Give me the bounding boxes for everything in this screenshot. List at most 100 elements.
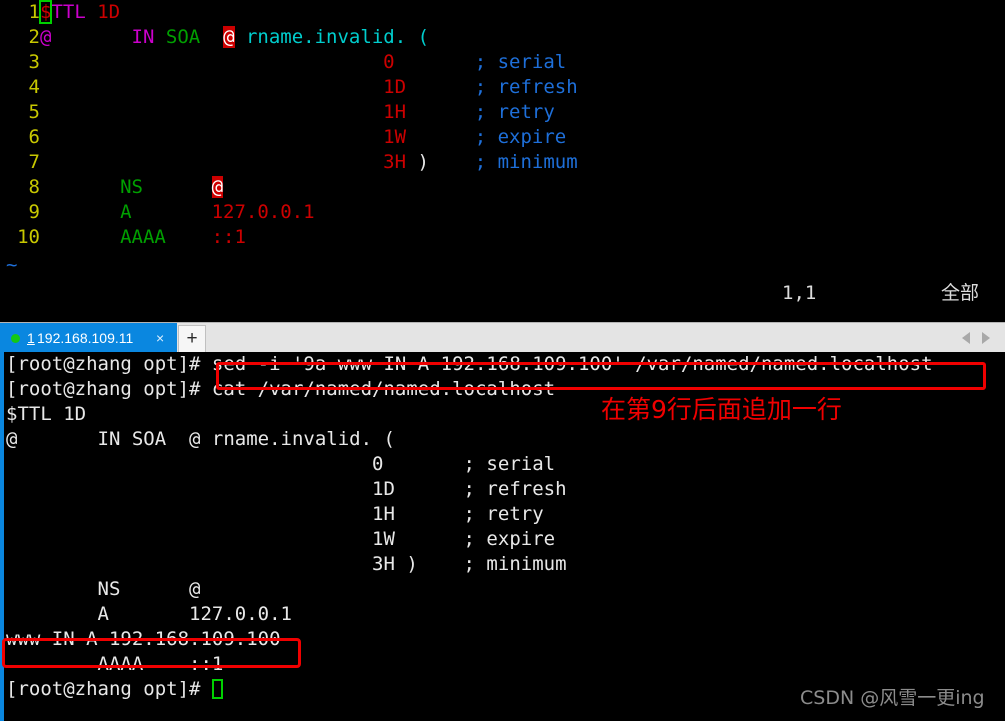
vim-token xyxy=(40,51,383,73)
vim-token xyxy=(154,26,165,48)
terminal-line: @ IN SOA @ rname.invalid. ( xyxy=(6,428,395,450)
vim-token: A xyxy=(120,201,132,223)
vim-status-line: 1,1 全部 xyxy=(0,278,1005,308)
vim-token: ; retry xyxy=(474,101,555,123)
vim-line-number: 2 xyxy=(28,26,40,48)
terminal-line: www IN A 192.168.109.100 xyxy=(6,628,281,650)
vim-line-number: 5 xyxy=(28,101,40,123)
terminal-line: 1H ; retry xyxy=(6,503,544,525)
vim-token xyxy=(40,101,383,123)
vim-line: 8 NS @ xyxy=(0,175,1005,200)
vim-line-number: 1 xyxy=(28,1,40,23)
vim-reverse-token: @ xyxy=(211,176,224,198)
vim-token xyxy=(406,101,475,123)
vim-token: ; expire xyxy=(474,126,567,148)
terminal-output[interactable]: [root@zhang opt]# sed -i '9a www IN A 19… xyxy=(4,352,1005,702)
vim-token xyxy=(40,151,383,173)
terminal-line: 3H ) ; minimum xyxy=(6,553,567,575)
vim-token: ; minimum xyxy=(474,151,578,173)
terminal-cursor xyxy=(211,679,223,699)
vim-token: 1D xyxy=(97,1,121,23)
terminal-line: AAAA ::1 xyxy=(6,653,224,675)
new-tab-button[interactable]: + xyxy=(178,325,206,353)
vim-line-text: AAAA ::1 xyxy=(40,226,246,248)
vim-token xyxy=(40,176,120,198)
vim-line-number: 9 xyxy=(28,201,40,223)
vim-buffer[interactable]: 1$TTL 1D 2@ IN SOA @ rname.invalid. (3 0 … xyxy=(0,0,1005,250)
vim-token: ; serial xyxy=(474,51,567,73)
vim-token xyxy=(132,201,212,223)
vim-line-number: 8 xyxy=(28,176,40,198)
vim-line: 7 3H ) ; minimum xyxy=(0,150,1005,175)
vim-token xyxy=(40,76,383,98)
vim-token: 0 xyxy=(383,51,395,73)
vim-line-text: 0 ; serial xyxy=(40,51,566,73)
vim-token: ) xyxy=(406,151,429,173)
vim-token: 3H xyxy=(383,151,407,173)
vim-token: rname.invalid. ( xyxy=(234,26,430,48)
vim-line: 3 0 ; serial xyxy=(0,50,1005,75)
vim-token: NS xyxy=(120,176,143,198)
vim-scroll-scope: 全部 xyxy=(941,282,980,304)
vim-line-text: $TTL 1D xyxy=(38,0,121,24)
vim-token: 1D xyxy=(383,76,407,98)
tab-index-label: 1 xyxy=(27,330,35,346)
vim-line-text: 1W ; expire xyxy=(40,126,566,148)
vim-token xyxy=(51,26,131,48)
vim-token xyxy=(429,151,475,173)
tab-192-168-109-11[interactable]: 1 192.168.109.11 × xyxy=(0,323,177,353)
vim-token: ::1 xyxy=(211,226,246,248)
terminal-pane[interactable]: [root@zhang opt]# sed -i '9a www IN A 19… xyxy=(0,352,1005,721)
vim-token xyxy=(395,51,475,73)
terminal-line: [root@zhang opt]# cat /var/named/named.l… xyxy=(6,378,556,400)
vim-token: TTL xyxy=(51,1,86,23)
vim-line-text: @ IN SOA @ rname.invalid. ( xyxy=(40,26,429,48)
vim-token xyxy=(406,126,475,148)
vim-line-number: 10 xyxy=(17,226,40,248)
vim-line: 4 1D ; refresh xyxy=(0,75,1005,100)
vim-line-number: 3 xyxy=(28,51,40,73)
terminal-line: 0 ; serial xyxy=(6,453,556,475)
vim-line: 1$TTL 1D xyxy=(0,0,1005,25)
vim-token: AAAA xyxy=(120,226,166,248)
vim-token xyxy=(143,176,212,198)
chevron-left-icon[interactable] xyxy=(962,332,970,344)
vim-cursor-position: 1,1 xyxy=(782,282,817,304)
vim-empty-line-marker: ~ xyxy=(6,254,18,276)
vim-editor-pane[interactable]: 1$TTL 1D 2@ IN SOA @ rname.invalid. (3 0 … xyxy=(0,0,1005,313)
vim-line-number: 7 xyxy=(28,151,40,173)
vim-token: IN xyxy=(131,26,155,48)
close-icon[interactable]: × xyxy=(156,323,164,353)
chevron-right-icon[interactable] xyxy=(982,332,990,344)
terminal-line: 1W ; expire xyxy=(6,528,556,550)
vim-line: 6 1W ; expire xyxy=(0,125,1005,150)
vim-token xyxy=(200,26,223,48)
vim-token: 1W xyxy=(383,126,407,148)
vim-token xyxy=(40,226,120,248)
vim-token xyxy=(86,1,97,23)
terminal-line: A 127.0.0.1 xyxy=(6,603,292,625)
watermark-label: CSDN @风雪一更ing xyxy=(800,687,985,709)
tab-title-label: 192.168.109.11 xyxy=(37,330,134,346)
vim-token xyxy=(166,226,212,248)
vim-token: 1H xyxy=(383,101,407,123)
terminal-prompt: [root@zhang opt]# xyxy=(6,678,212,700)
vim-line-number: 4 xyxy=(28,76,40,98)
vim-token xyxy=(40,201,120,223)
vim-line: 9 A 127.0.0.1 xyxy=(0,200,1005,225)
vim-token xyxy=(40,126,383,148)
vim-token xyxy=(406,76,475,98)
vim-token: @ xyxy=(40,26,52,48)
vim-token: ; refresh xyxy=(474,76,578,98)
tab-status-dot-icon xyxy=(11,334,20,343)
annotation-chinese-note: 在第9行后面追加一行 xyxy=(601,395,842,424)
vim-line-text: 1D ; refresh xyxy=(40,76,578,98)
terminal-line: [root@zhang opt]# sed -i '9a www IN A 19… xyxy=(6,353,933,375)
terminal-line: 1D ; refresh xyxy=(6,478,567,500)
vim-token: 127.0.0.1 xyxy=(211,201,315,223)
terminal-tab-bar[interactable]: 1 192.168.109.11 × + xyxy=(0,322,1005,353)
terminal-line: NS @ xyxy=(6,578,201,600)
vim-line-text: 1H ; retry xyxy=(40,101,555,123)
terminal-line: $TTL 1D xyxy=(6,403,87,425)
vim-cursor: $ xyxy=(38,0,53,24)
